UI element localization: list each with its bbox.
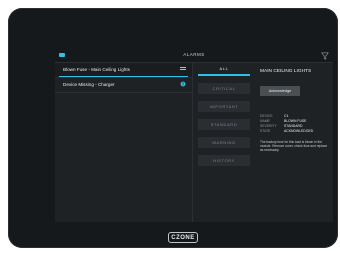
tab-all[interactable]: ALL xyxy=(198,63,250,76)
detail-title: MAIN CEILING LIGHTS xyxy=(260,69,312,74)
category-tabs: ALL CRITICAL IMPORTANT STANDARD WARNING … xyxy=(198,63,250,222)
meta-key: STATE xyxy=(260,129,271,133)
tab-important[interactable]: IMPORTANT xyxy=(198,101,250,112)
device-bezel: ALARMS Blown Fuse - Main Ceiling Lights … xyxy=(8,8,338,248)
filter-icon[interactable] xyxy=(321,52,329,60)
warning-stripes-icon xyxy=(180,67,186,70)
tab-warning[interactable]: WARNING xyxy=(198,137,250,148)
list-item[interactable]: Blown Fuse - Main Ceiling Lights xyxy=(55,63,192,78)
display-screen: ALARMS Blown Fuse - Main Ceiling Lights … xyxy=(55,50,333,222)
alarm-label: Device Missing - Charger xyxy=(63,82,115,87)
meta-value: ACKNOWLEDGED xyxy=(284,129,314,133)
top-bar: ALARMS xyxy=(55,50,333,63)
info-circle-icon xyxy=(180,81,186,87)
alarm-list: Blown Fuse - Main Ceiling Lights Device … xyxy=(55,63,193,222)
meta-row: STATE ACKNOWLEDGED xyxy=(260,129,330,134)
selection-underline xyxy=(59,76,188,77)
tab-history[interactable]: HISTORY xyxy=(198,155,250,166)
tab-critical[interactable]: CRITICAL xyxy=(198,83,250,94)
alarm-detail: MAIN CEILING LIGHTS Acknowledge DEVICE C… xyxy=(260,63,330,222)
list-item[interactable]: Device Missing - Charger xyxy=(55,78,192,93)
detail-description: The backup fuse for this load is blown i… xyxy=(260,140,328,152)
tab-standard[interactable]: STANDARD xyxy=(198,119,250,130)
acknowledge-button[interactable]: Acknowledge xyxy=(260,86,300,96)
page-title: ALARMS xyxy=(183,52,205,57)
alarm-label: Blown Fuse - Main Ceiling Lights xyxy=(63,67,130,72)
detail-meta: DEVICE C1 NAME BLOWN FUSE SEVERITY STAND… xyxy=(260,114,330,134)
brand-logo: CZONE xyxy=(168,232,198,243)
